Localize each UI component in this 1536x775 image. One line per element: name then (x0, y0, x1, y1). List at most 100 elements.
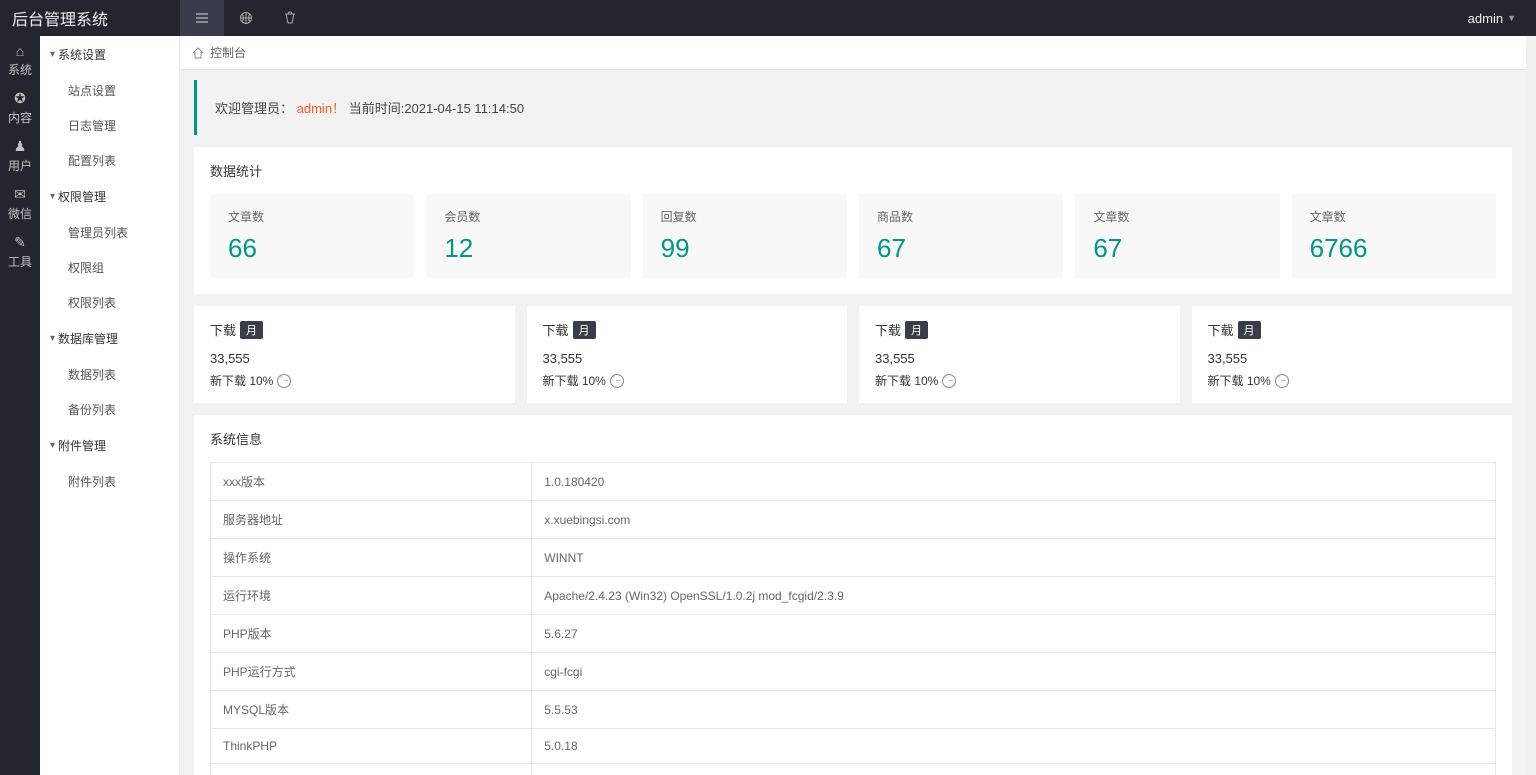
stat-label: 会员数 (444, 208, 612, 225)
menu-icon (195, 11, 209, 25)
sys-value: 2M (532, 764, 1496, 775)
sidebar-item[interactable]: 附件列表 (40, 464, 179, 499)
sidebar-group[interactable]: ▾权限管理 (40, 178, 179, 215)
rail-icon: ✉ (14, 186, 26, 203)
sidebar-item[interactable]: 数据列表 (40, 357, 179, 392)
stats-panel: 数据统计 文章数66会员数12回复数99商品数67文章数67文章数6766 (194, 147, 1512, 294)
system-info-panel: 系统信息 xxx版本1.0.180420服务器地址x.xuebingsi.com… (194, 415, 1512, 775)
sidebar-item[interactable]: 配置列表 (40, 143, 179, 178)
download-badge: 月 (1238, 321, 1261, 339)
table-row: 上传附件限制2M (211, 764, 1496, 775)
sidebar-group-label: 权限管理 (58, 188, 106, 205)
table-row: 操作系统WINNT (211, 539, 1496, 577)
stat-label: 文章数 (228, 208, 396, 225)
sys-key: xxx版本 (211, 463, 532, 501)
rail-item-1[interactable]: ✪ 内容 (0, 84, 40, 132)
system-info-title: 系统信息 (210, 429, 1496, 448)
stat-card: 会员数 12 (426, 194, 630, 278)
sidebar-item[interactable]: 权限组 (40, 250, 179, 285)
rail-icon: ♟ (14, 138, 27, 155)
download-badge: 月 (905, 321, 928, 339)
table-row: 运行环境Apache/2.4.23 (Win32) OpenSSL/1.0.2j… (211, 577, 1496, 615)
sys-key: MYSQL版本 (211, 691, 532, 729)
sys-key: PHP运行方式 (211, 653, 532, 691)
welcome-alert: 欢迎管理员： admin！ 当前时间:2021-04-15 11:14:50 (194, 80, 1512, 135)
clear-cache-button[interactable] (268, 0, 312, 36)
user-menu[interactable]: admin ▼ (1468, 11, 1536, 26)
chevron-down-icon: ▾ (50, 191, 55, 202)
welcome-time: 2021-04-15 11:14:50 (404, 101, 524, 116)
rail-label: 系统 (8, 61, 32, 78)
sidebar-item[interactable]: 权限列表 (40, 285, 179, 320)
download-number: 33,555 (210, 351, 499, 366)
download-title: 下载 (543, 320, 569, 339)
home-icon (192, 47, 204, 59)
topbar-icons (180, 0, 312, 36)
nav-rail: ⌂系统 ✪ 内容 ♟ 用户 ✉ 微信 ✎工具 (0, 36, 40, 775)
stat-label: 回复数 (661, 208, 829, 225)
sys-key: 运行环境 (211, 577, 532, 615)
topbar: 后台管理系统 admin ▼ (0, 0, 1536, 36)
brand: 后台管理系统 (0, 6, 180, 30)
sidebar-group[interactable]: ▾数据库管理 (40, 320, 179, 357)
user-name: admin (1468, 11, 1503, 26)
stat-card: 回复数 99 (643, 194, 847, 278)
download-title: 下载 (1208, 320, 1234, 339)
sidebar-item[interactable]: 管理员列表 (40, 215, 179, 250)
rail-item-3[interactable]: ✉ 微信 (0, 180, 40, 228)
rail-label: 微信 (8, 205, 32, 222)
stats-title: 数据统计 (210, 161, 1496, 180)
sys-key: 服务器地址 (211, 501, 532, 539)
sys-value: cgi-fcgi (532, 653, 1496, 691)
rail-item-0[interactable]: ⌂系统 (0, 36, 40, 84)
tab-home[interactable]: 控制台 (210, 44, 246, 61)
stat-value: 99 (661, 233, 829, 264)
sidebar-group[interactable]: ▾系统设置 (40, 36, 179, 73)
sidebar-group-label: 数据库管理 (58, 330, 118, 347)
sys-value: 5.6.27 (532, 615, 1496, 653)
stat-value: 12 (444, 233, 612, 264)
download-subtext: 新下载 10% ¨⌣ (210, 372, 499, 389)
smile-icon: ¨⌣ (942, 374, 956, 388)
sys-value: 1.0.180420 (532, 463, 1496, 501)
sidebar-group[interactable]: ▾附件管理 (40, 427, 179, 464)
globe-button[interactable] (224, 0, 268, 36)
chevron-down-icon: ▾ (50, 333, 55, 344)
chevron-down-icon: ▾ (50, 440, 55, 451)
sidebar-item[interactable]: 日志管理 (40, 108, 179, 143)
rail-label: 用户 (8, 157, 32, 174)
sidebar-item[interactable]: 站点设置 (40, 73, 179, 108)
download-badge: 月 (240, 321, 263, 339)
sys-key: 上传附件限制 (211, 764, 532, 775)
download-card: 下载月33,555新下载 10% ¨⌣ (527, 306, 848, 403)
sys-value: 5.5.53 (532, 691, 1496, 729)
stat-card: 文章数67 (1075, 194, 1279, 278)
rail-icon: ✪ (14, 90, 26, 107)
sys-key: PHP版本 (211, 615, 532, 653)
rail-item-4[interactable]: ✎工具 (0, 228, 40, 276)
download-number: 33,555 (875, 351, 1164, 366)
chevron-down-icon: ▼ (1507, 13, 1516, 23)
content: 欢迎管理员： admin！ 当前时间:2021-04-15 11:14:50 数… (180, 70, 1526, 775)
sys-value: x.xuebingsi.com (532, 501, 1496, 539)
rail-item-2[interactable]: ♟ 用户 (0, 132, 40, 180)
download-title: 下载 (875, 320, 901, 339)
scrollbar[interactable] (1526, 36, 1536, 775)
menu-toggle-button[interactable] (180, 0, 224, 36)
download-number: 33,555 (1208, 351, 1497, 366)
welcome-prefix: 欢迎管理员： (215, 101, 293, 116)
table-row: ThinkPHP5.0.18 (211, 729, 1496, 764)
table-row: xxx版本1.0.180420 (211, 463, 1496, 501)
sidebar-item[interactable]: 备份列表 (40, 392, 179, 427)
globe-icon (239, 11, 253, 25)
sys-key: 操作系统 (211, 539, 532, 577)
stat-value: 66 (228, 233, 396, 264)
download-number: 33,555 (543, 351, 832, 366)
rail-label: 内容 (8, 109, 32, 126)
stat-card: 文章数6766 (1292, 194, 1496, 278)
table-row: PHP版本5.6.27 (211, 615, 1496, 653)
welcome-admin-name: admin！ (297, 101, 345, 116)
sidebar-group-label: 附件管理 (58, 437, 106, 454)
sys-key: ThinkPHP (211, 729, 532, 764)
stat-value: 6766 (1310, 233, 1478, 264)
